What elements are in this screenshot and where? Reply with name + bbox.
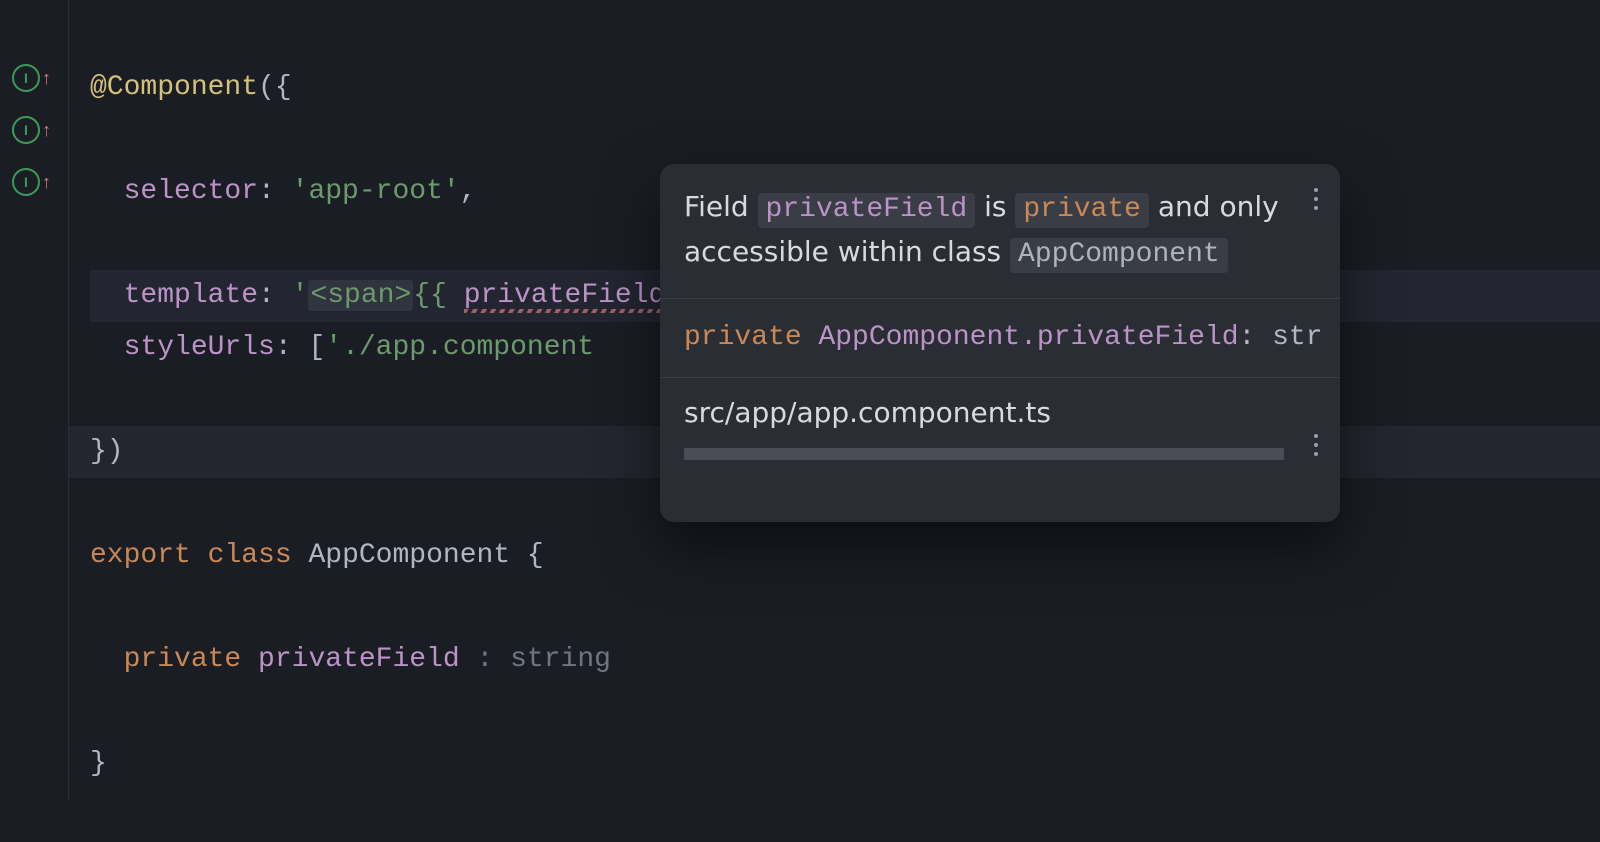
- sig-space: [802, 322, 819, 353]
- interp-open-token: {{: [413, 280, 463, 311]
- tooltip-message: Field privateField is private and only a…: [660, 164, 1340, 299]
- string-token: 'app-root': [292, 176, 460, 207]
- more-actions-icon[interactable]: [1314, 434, 1318, 456]
- property-token: template: [124, 280, 258, 311]
- up-arrow-icon: ↑: [42, 173, 51, 191]
- tooltip-scrollbar[interactable]: [684, 448, 1284, 460]
- punct-token: : [: [275, 332, 325, 363]
- type-hint-token: string: [510, 644, 611, 675]
- editor-gutter: I ↑ I ↑ I ↑: [0, 0, 69, 800]
- punct-token: ,: [460, 176, 477, 207]
- sig-qualified-name: AppComponent.privateField: [818, 322, 1238, 353]
- keyword-token: export: [90, 540, 191, 571]
- string-token: ': [292, 280, 309, 311]
- tooltip-signature: private AppComponent.privateField: str: [660, 299, 1340, 378]
- code-line[interactable]: export class AppComponent {: [90, 530, 1600, 582]
- property-token: selector: [124, 176, 258, 207]
- keyword-token: class: [208, 540, 292, 571]
- interface-icon: I: [12, 168, 40, 196]
- tooltip-class-chip: AppComponent: [1010, 238, 1228, 273]
- string-token: './app.component: [325, 332, 594, 363]
- punct-token: {: [527, 540, 544, 571]
- code-line[interactable]: private privateField : string: [90, 634, 1600, 686]
- up-arrow-icon: ↑: [42, 69, 51, 87]
- tooltip-text: Field: [684, 190, 758, 223]
- html-tag-token: <span>: [308, 280, 413, 311]
- class-name-token: AppComponent: [308, 540, 510, 571]
- more-actions-icon[interactable]: [1314, 188, 1318, 210]
- tooltip-keyword-chip: private: [1015, 193, 1149, 228]
- tooltip-text: is: [975, 190, 1015, 223]
- punct-token: }: [90, 748, 107, 779]
- punct-token: :: [258, 176, 292, 207]
- up-arrow-icon: ↑: [42, 121, 51, 139]
- punct-token: :: [258, 280, 292, 311]
- punct-token: ({: [258, 72, 292, 103]
- diagnostic-tooltip[interactable]: Field privateField is private and only a…: [660, 164, 1340, 522]
- keyword-token: private: [124, 644, 242, 675]
- decorator-token: @Component: [90, 72, 258, 103]
- error-identifier-token[interactable]: privateField: [464, 280, 666, 311]
- field-name-token: privateField: [258, 644, 460, 675]
- property-token: styleUrls: [124, 332, 275, 363]
- sig-keyword: private: [684, 322, 802, 353]
- gutter-implements-icon[interactable]: I ↑: [12, 63, 54, 93]
- interface-icon: I: [12, 116, 40, 144]
- code-line[interactable]: }: [90, 738, 1600, 790]
- type-hint-token: :: [460, 644, 510, 675]
- gutter-implements-icon[interactable]: I ↑: [12, 115, 54, 145]
- gutter-implements-icon[interactable]: I ↑: [12, 167, 54, 197]
- file-path-text: src/app/app.component.ts: [684, 396, 1051, 429]
- interface-icon: I: [12, 64, 40, 92]
- punct-token: }): [90, 436, 124, 467]
- sig-type-suffix: : str: [1239, 322, 1323, 353]
- code-line[interactable]: @Component({: [90, 62, 1600, 114]
- tooltip-field-chip: privateField: [758, 193, 976, 228]
- tooltip-file-path[interactable]: src/app/app.component.ts: [660, 378, 1340, 442]
